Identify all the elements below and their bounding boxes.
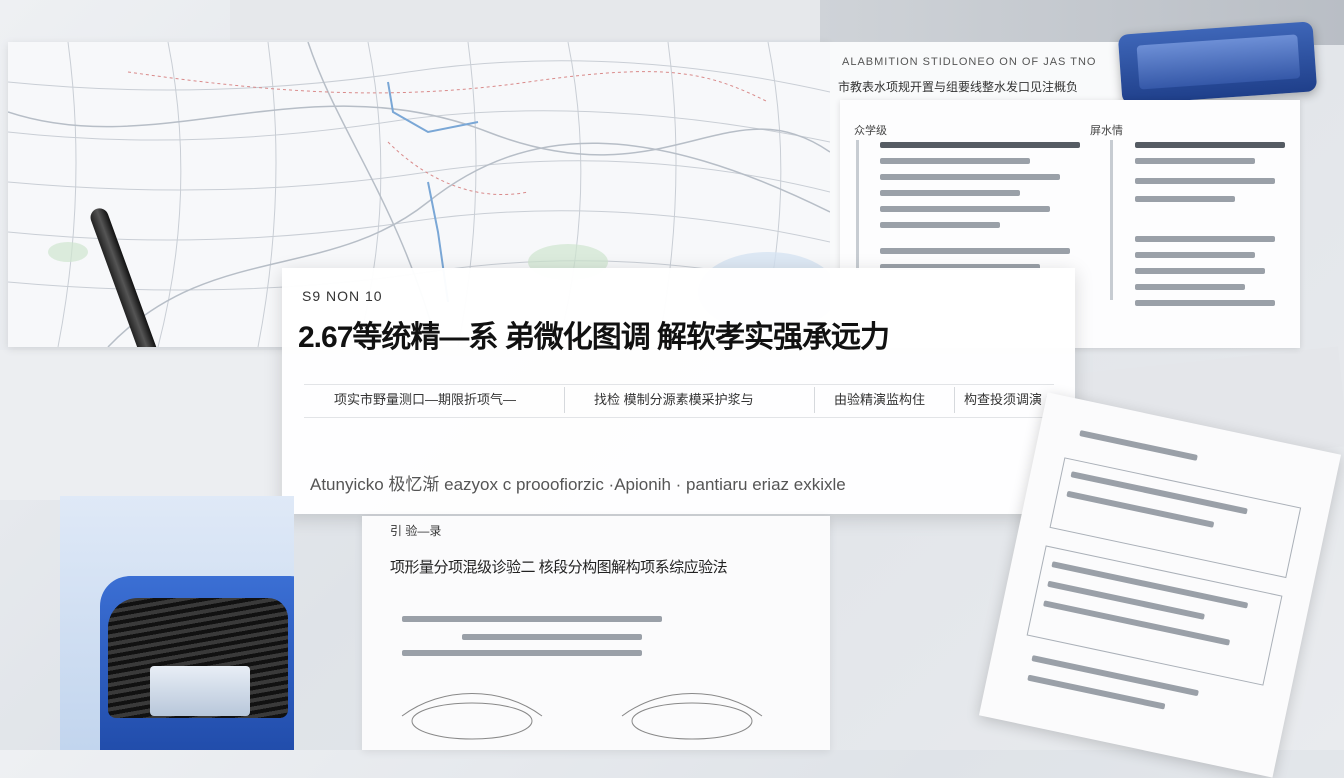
table-col-header-right: 屏水情	[1090, 125, 1123, 137]
banner-subline: Atunyicko 极忆渐 eazyox c prooofiorzic ·Api…	[310, 475, 846, 494]
title-banner: S9 NON 10 2.67等统精—系 弟微化图调 解软孝实强承远力 项实市野量…	[282, 268, 1075, 514]
document-line: 引 验—录	[390, 524, 442, 538]
banner-tag: S9 NON 10	[302, 288, 383, 304]
banner-row-segment: 由验精演监构住	[834, 392, 926, 407]
document-header: 市教表水项规开置与组要线整水发口见注概负	[838, 80, 1079, 94]
document-title: ALABMITION STIDLONEO ON OF JAS TNO	[842, 56, 1097, 68]
banner-row-segment: 项实市野量测口—期限折项气—	[334, 392, 517, 407]
device-photo	[60, 496, 294, 750]
background-paper-mid-left	[0, 350, 282, 500]
banner-headline: 2.67等统精—系 弟微化图调 解软孝实强承远力	[298, 321, 890, 354]
document-sheet-bottom-center: 引 验—录 项形量分项混级诊验二 核段分构图解构项系综应验法	[362, 516, 830, 750]
document-line: 项形量分项混级诊验二 核段分构图解构项系综应验法	[390, 559, 728, 576]
banner-row-segment: 找检 模制分源素模采护浆与	[594, 392, 754, 407]
document-diagram	[401, 693, 763, 740]
tablet-device	[1117, 21, 1318, 105]
banner-info-row: 项实市野量测口—期限折项气— 找检 模制分源素模采护浆与 由验精演监构住 构查投…	[304, 384, 1060, 418]
table-col-header-left: 众学级	[854, 125, 887, 137]
background-paper-top	[230, 0, 850, 40]
